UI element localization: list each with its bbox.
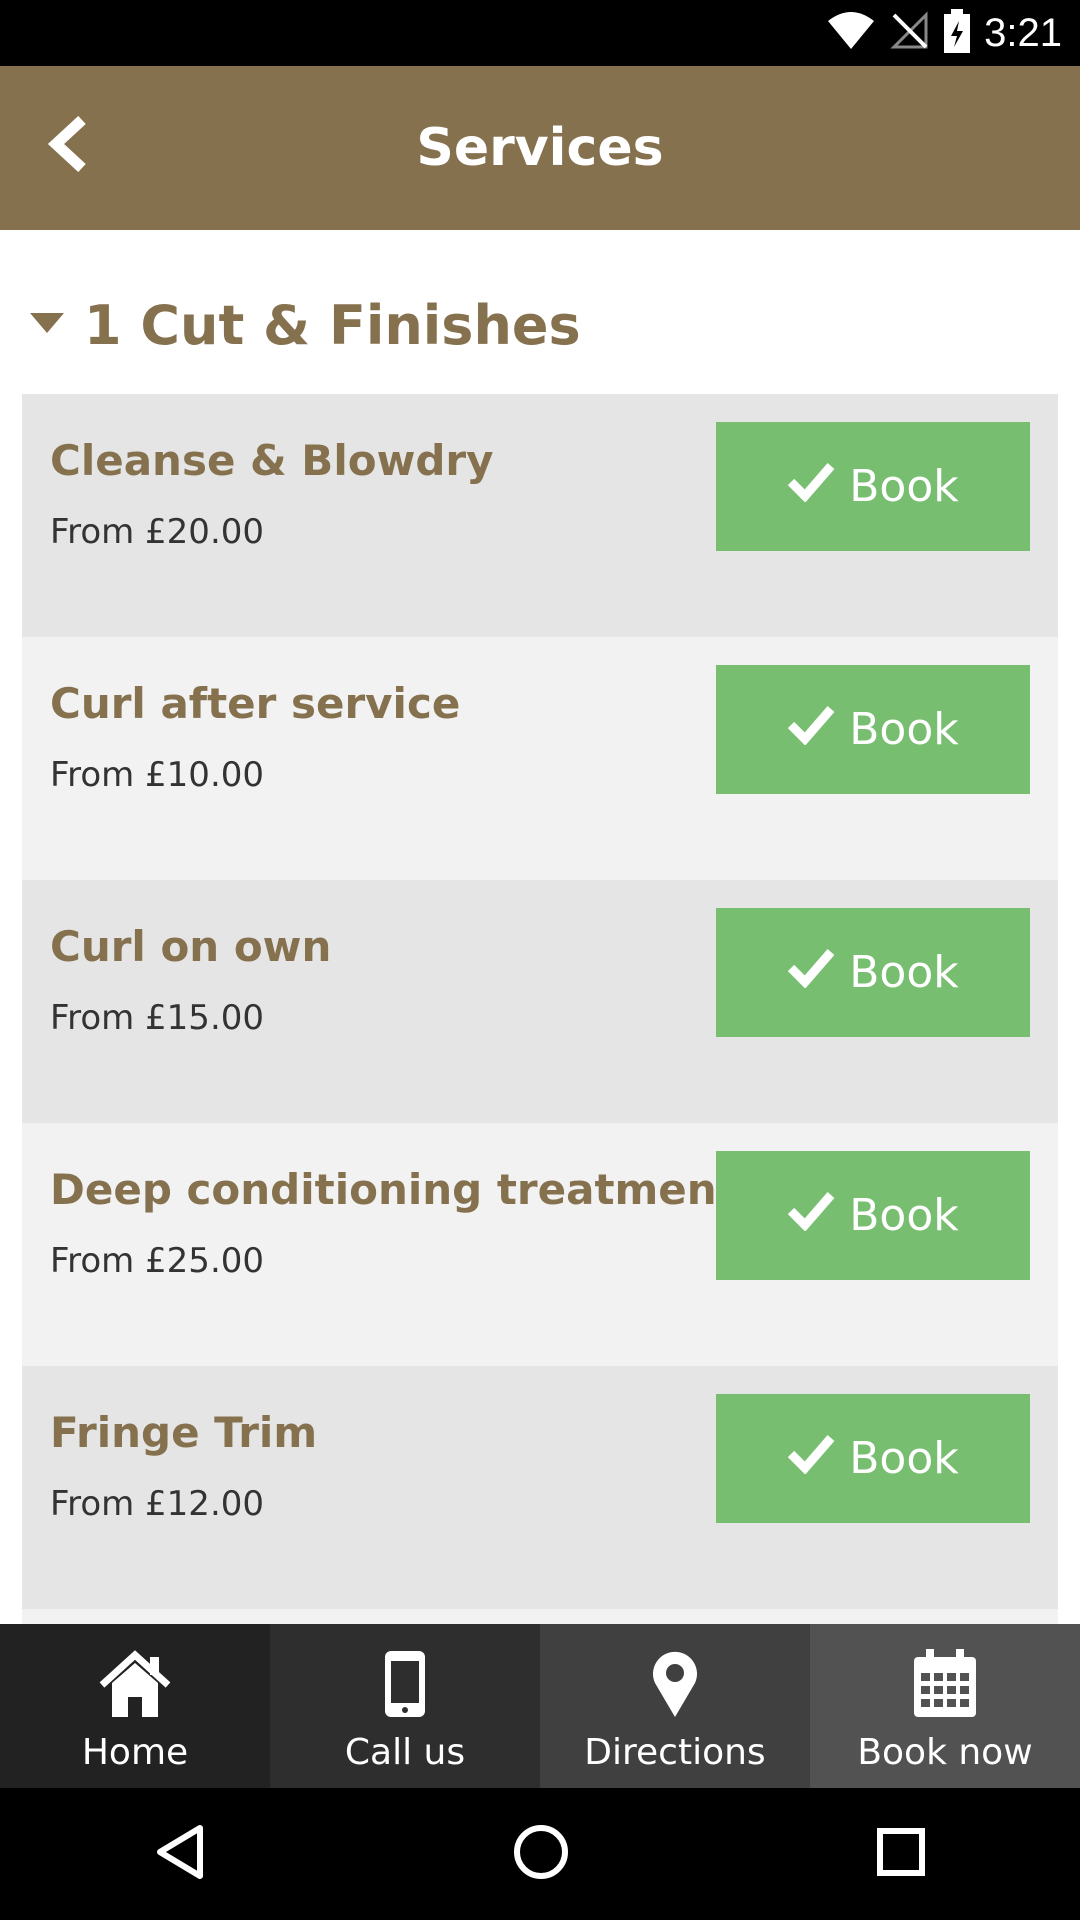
check-icon — [787, 1189, 835, 1242]
service-name: Curl on own — [50, 922, 332, 971]
list-item: Curl after service From £10.00 Book — [22, 637, 1058, 880]
book-label: Book — [849, 461, 959, 512]
service-price: From £15.00 — [50, 998, 265, 1038]
nav-label: Call us — [344, 1732, 466, 1773]
nav-label: Book now — [857, 1732, 1033, 1773]
book-button[interactable]: Book — [716, 422, 1030, 551]
service-name: Deep conditioning treatment — [50, 1165, 737, 1214]
recents-square-icon[interactable] — [876, 1827, 926, 1881]
book-button[interactable]: Book — [716, 1394, 1030, 1523]
list-item-partial — [22, 1609, 1058, 1624]
nav-directions[interactable]: Directions — [540, 1624, 810, 1788]
check-icon — [787, 460, 835, 513]
list-item: Deep conditioning treatment From £25.00 … — [22, 1123, 1058, 1366]
book-button[interactable]: Book — [716, 1151, 1030, 1280]
wifi-icon — [826, 11, 876, 55]
nav-home[interactable]: Home — [0, 1624, 270, 1788]
service-price: From £25.00 — [50, 1241, 265, 1281]
book-button[interactable]: Book — [716, 908, 1030, 1037]
list-item: Curl on own From £15.00 Book — [22, 880, 1058, 1123]
book-label: Book — [849, 947, 959, 998]
battery-charging-icon — [944, 9, 971, 57]
status-bar: 3:21 — [0, 0, 1080, 66]
bottom-nav: Home Call us Directions Book now — [0, 1624, 1080, 1788]
book-label: Book — [849, 704, 959, 755]
section-header[interactable]: 1 Cut & Finishes — [30, 285, 581, 365]
status-time: 3:21 — [984, 10, 1062, 55]
service-price: From £12.00 — [50, 1484, 265, 1524]
section-title: 1 Cut & Finishes — [84, 293, 581, 357]
service-name: Cleanse & Blowdry — [50, 436, 494, 485]
app-bar: Services — [0, 66, 1080, 230]
service-name: Curl after service — [50, 679, 461, 728]
page-title: Services — [416, 118, 664, 178]
home-circle-icon[interactable] — [513, 1824, 569, 1884]
service-price: From £20.00 — [50, 512, 265, 552]
nav-label: Home — [81, 1732, 189, 1773]
nav-book-now[interactable]: Book now — [810, 1624, 1080, 1788]
book-label: Book — [849, 1190, 959, 1241]
phone-icon — [383, 1648, 427, 1720]
calendar-icon — [912, 1648, 978, 1720]
no-signal-icon — [890, 11, 930, 55]
map-pin-icon — [650, 1648, 700, 1720]
caret-down-icon — [30, 311, 64, 339]
service-price: From £10.00 — [50, 755, 265, 795]
list-item: Cleanse & Blowdry From £20.00 Book — [22, 394, 1058, 637]
status-icons: 3:21 — [826, 0, 1062, 66]
nav-label: Directions — [584, 1732, 766, 1773]
book-button[interactable]: Book — [716, 665, 1030, 794]
service-list[interactable]: Cleanse & Blowdry From £20.00 Book Curl … — [22, 394, 1058, 1624]
home-icon — [98, 1648, 172, 1720]
check-icon — [787, 946, 835, 999]
nav-call-us[interactable]: Call us — [270, 1624, 540, 1788]
list-item: Fringe Trim From £12.00 Book — [22, 1366, 1058, 1609]
check-icon — [787, 703, 835, 756]
system-nav-bar — [0, 1788, 1080, 1920]
back-triangle-icon[interactable] — [154, 1824, 206, 1884]
book-label: Book — [849, 1433, 959, 1484]
service-name: Fringe Trim — [50, 1408, 318, 1457]
check-icon — [787, 1432, 835, 1485]
